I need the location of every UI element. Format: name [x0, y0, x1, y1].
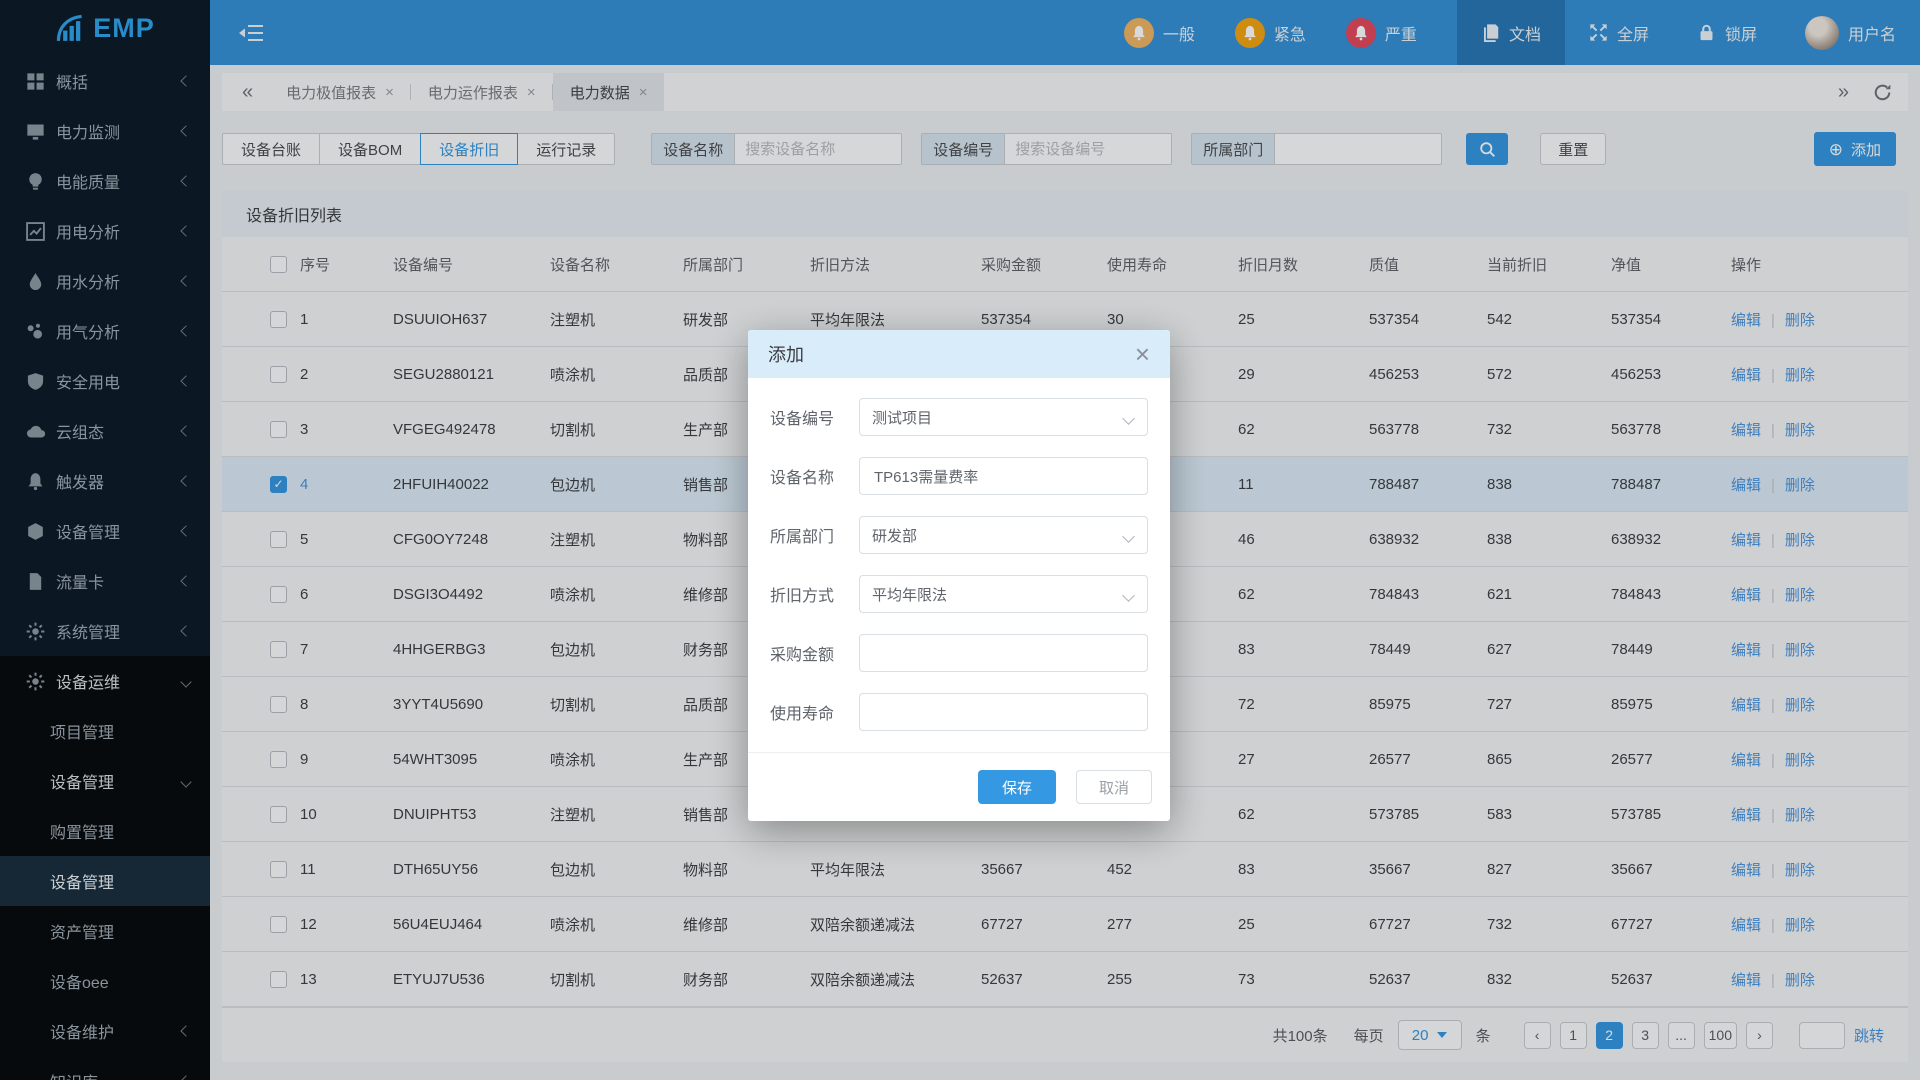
service-life-input[interactable] — [859, 693, 1148, 731]
chevron-down-icon — [1122, 530, 1135, 543]
add-modal: 添加 × 设备编号 测试项目设备名称所属部门 研发部折旧方式 平均年限法采购金额使用寿… — [748, 330, 1170, 821]
modal-field-label: 所属部门 — [770, 523, 837, 547]
chevron-down-icon — [1122, 412, 1135, 425]
modal-field-设备名称: 设备名称 — [770, 457, 1148, 495]
depreciation-method-select[interactable]: 平均年限法 — [859, 575, 1148, 613]
modal-field-折旧方式: 折旧方式 平均年限法 — [770, 575, 1148, 613]
department-select[interactable]: 研发部 — [859, 516, 1148, 554]
modal-input[interactable] — [872, 644, 1135, 663]
modal-field-设备编号: 设备编号 测试项目 — [770, 398, 1148, 436]
device-code-select[interactable]: 测试项目 — [859, 398, 1148, 436]
select-value: 研发部 — [872, 525, 917, 546]
select-value: 平均年限法 — [872, 584, 947, 605]
save-button[interactable]: 保存 — [978, 770, 1056, 804]
modal-field-label: 设备名称 — [770, 464, 837, 488]
device-name-input[interactable] — [859, 457, 1148, 495]
modal-field-label: 设备编号 — [770, 405, 837, 429]
modal-title: 添加 — [768, 341, 804, 367]
close-icon[interactable]: × — [1135, 344, 1150, 365]
modal-field-label: 采购金额 — [770, 641, 837, 665]
modal-field-采购金额: 采购金额 — [770, 634, 1148, 672]
modal-input[interactable] — [872, 703, 1135, 722]
modal-field-label: 使用寿命 — [770, 700, 837, 724]
modal-field-label: 折旧方式 — [770, 582, 837, 606]
chevron-down-icon — [1122, 589, 1135, 602]
select-value: 测试项目 — [872, 407, 932, 428]
modal-field-所属部门: 所属部门 研发部 — [770, 516, 1148, 554]
modal-footer: 保存 取消 — [748, 753, 1170, 821]
modal-header: 添加 × — [748, 330, 1170, 378]
modal-field-使用寿命: 使用寿命 — [770, 693, 1148, 731]
modal-input[interactable] — [872, 467, 1135, 486]
purchase-amount-input[interactable] — [859, 634, 1148, 672]
modal-body: 设备编号 测试项目设备名称所属部门 研发部折旧方式 平均年限法采购金额使用寿命 — [748, 378, 1170, 731]
cancel-button[interactable]: 取消 — [1076, 770, 1152, 804]
